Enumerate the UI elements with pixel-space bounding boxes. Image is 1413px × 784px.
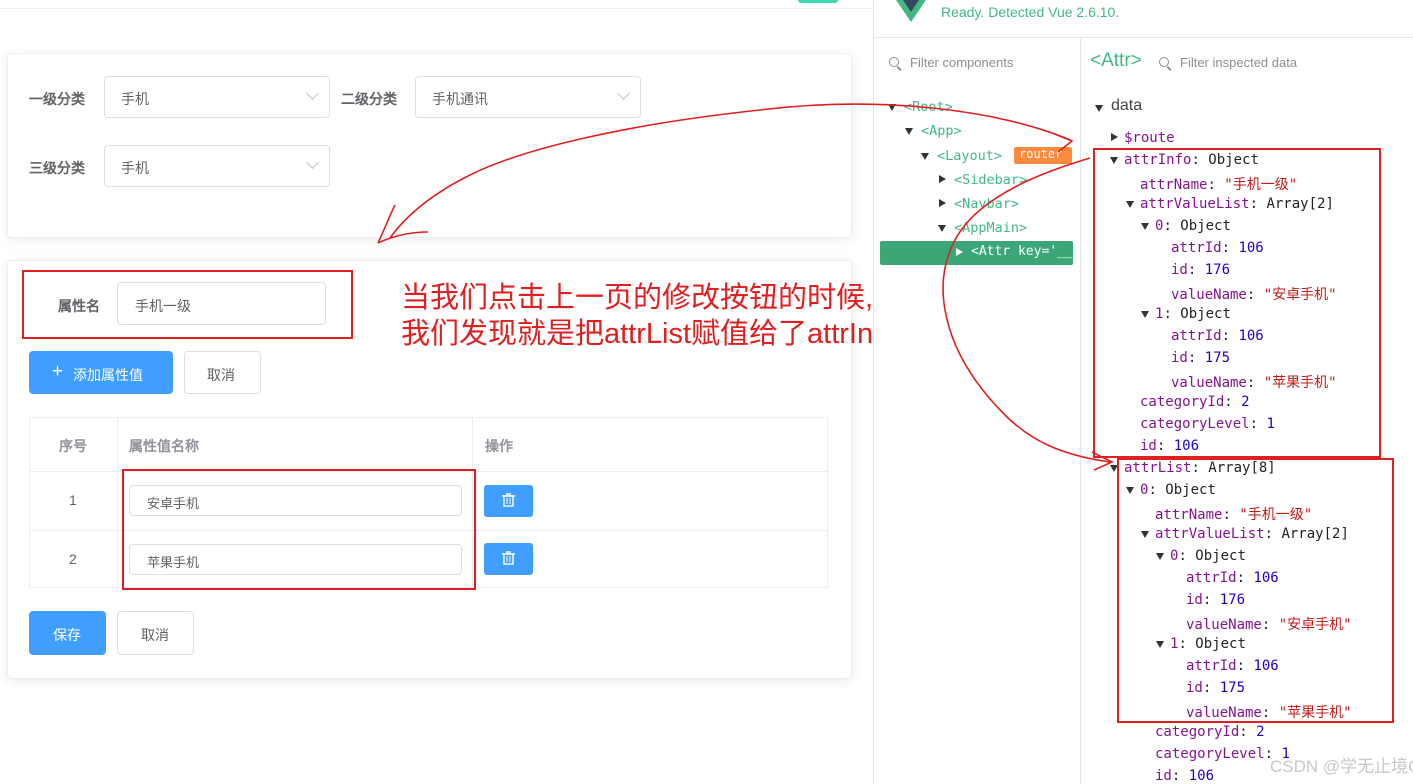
data-section-title: data [1111,97,1143,114]
chevron-down-icon [617,87,630,100]
expand-icon[interactable] [938,225,946,232]
data-attrlist-item0-id: id: 106 [1155,768,1215,784]
level1-value: 手机 [121,91,149,107]
tree-node-appmain[interactable]: <AppMain> [954,220,1027,236]
expand-icon[interactable] [921,153,929,160]
tree-node-app[interactable]: <App> [921,123,962,139]
data-attrlist-item0-categoryid: categoryId: 2 [1155,724,1265,740]
expand-icon[interactable] [888,104,896,111]
vue-devtools-panel: Ready. Detected Vue 2.6.10. Filter compo… [873,0,1413,784]
expand-icon[interactable] [1111,133,1118,141]
delete-button[interactable] [484,543,533,575]
router-badge: router [1014,147,1072,164]
tree-node-navbar[interactable]: <Navbar> [954,196,1019,212]
level3-value: 手机 [121,160,149,176]
watermark: CSDN @学无止境QAQ [1270,757,1413,776]
level3-select[interactable]: 手机 [104,145,330,187]
filter-data-input[interactable]: Filter inspected data [1180,55,1297,70]
header-divider [0,8,873,9]
app-page: 一级分类 手机 二级分类 手机通讯 三级分类 手机 属性名 手机一级 + 添加属… [0,0,897,784]
trash-icon [502,493,515,507]
header-button-edge[interactable] [798,0,838,3]
vue-logo-inner [903,0,919,12]
tree-node-layout[interactable]: <Layout> [937,148,1002,164]
level3-label: 三级分类 [29,160,85,176]
chevron-down-icon [306,156,319,169]
filter-components-input[interactable]: Filter components [910,55,1013,70]
highlight-box-attrlist [1117,458,1394,723]
cancel-button[interactable]: 取消 [184,351,261,394]
highlight-box-attr-name [22,270,353,339]
search-icon [889,57,899,67]
cancel-label: 取消 [207,367,235,383]
inspected-component-title: <Attr> [1090,50,1142,71]
plus-icon: + [52,361,64,382]
tree-node-attr-selected[interactable]: <Attr key='__ [880,241,1073,265]
expand-icon[interactable] [1095,105,1103,112]
trash-icon [502,551,515,565]
highlight-box-attrinfo [1093,148,1381,458]
save-label: 保存 [53,627,81,643]
tree-node-sidebar[interactable]: <Sidebar> [954,172,1027,188]
devtools-status: Ready. Detected Vue 2.6.10. [941,4,1120,20]
level1-select[interactable]: 手机 [104,76,330,118]
row-index: 1 [69,492,77,508]
cancel-bottom-button[interactable]: 取消 [117,611,194,655]
expand-icon[interactable] [939,175,946,183]
level1-label: 一级分类 [29,91,85,107]
tree-node-attr: <Attr key='__ [971,244,1073,259]
annotation-text: 当我们点击上一页的修改按钮的时候, 我们发现就是把attrList赋值给了att… [401,280,897,352]
highlight-box-attr-values [122,469,476,590]
row-index: 2 [69,551,77,567]
col-header-name: 属性值名称 [129,438,199,454]
chevron-down-icon [306,87,319,100]
data-route[interactable]: $route [1124,130,1175,146]
save-button[interactable]: 保存 [29,611,106,655]
search-icon [1159,57,1169,67]
level2-label: 二级分类 [341,91,397,107]
expand-icon[interactable] [905,128,913,135]
col-header-action: 操作 [485,438,513,454]
annotation-line-2: 我们发现就是把attrList赋值给了attrInfo [401,318,898,350]
tree-node-root[interactable]: <Root> [904,99,953,115]
level2-value: 手机通讯 [432,91,488,107]
col-header-index: 序号 [59,438,87,454]
expand-icon[interactable] [939,199,946,207]
annotation-line-1: 当我们点击上一页的修改按钮的时候, [401,282,874,314]
add-attr-value-label: 添加属性值 [73,367,143,383]
add-attr-value-button[interactable]: + 添加属性值 [29,351,173,394]
expand-icon [956,248,963,256]
delete-button[interactable] [484,485,533,517]
cancel-bottom-label: 取消 [141,627,169,643]
level2-select[interactable]: 手机通讯 [415,76,641,118]
